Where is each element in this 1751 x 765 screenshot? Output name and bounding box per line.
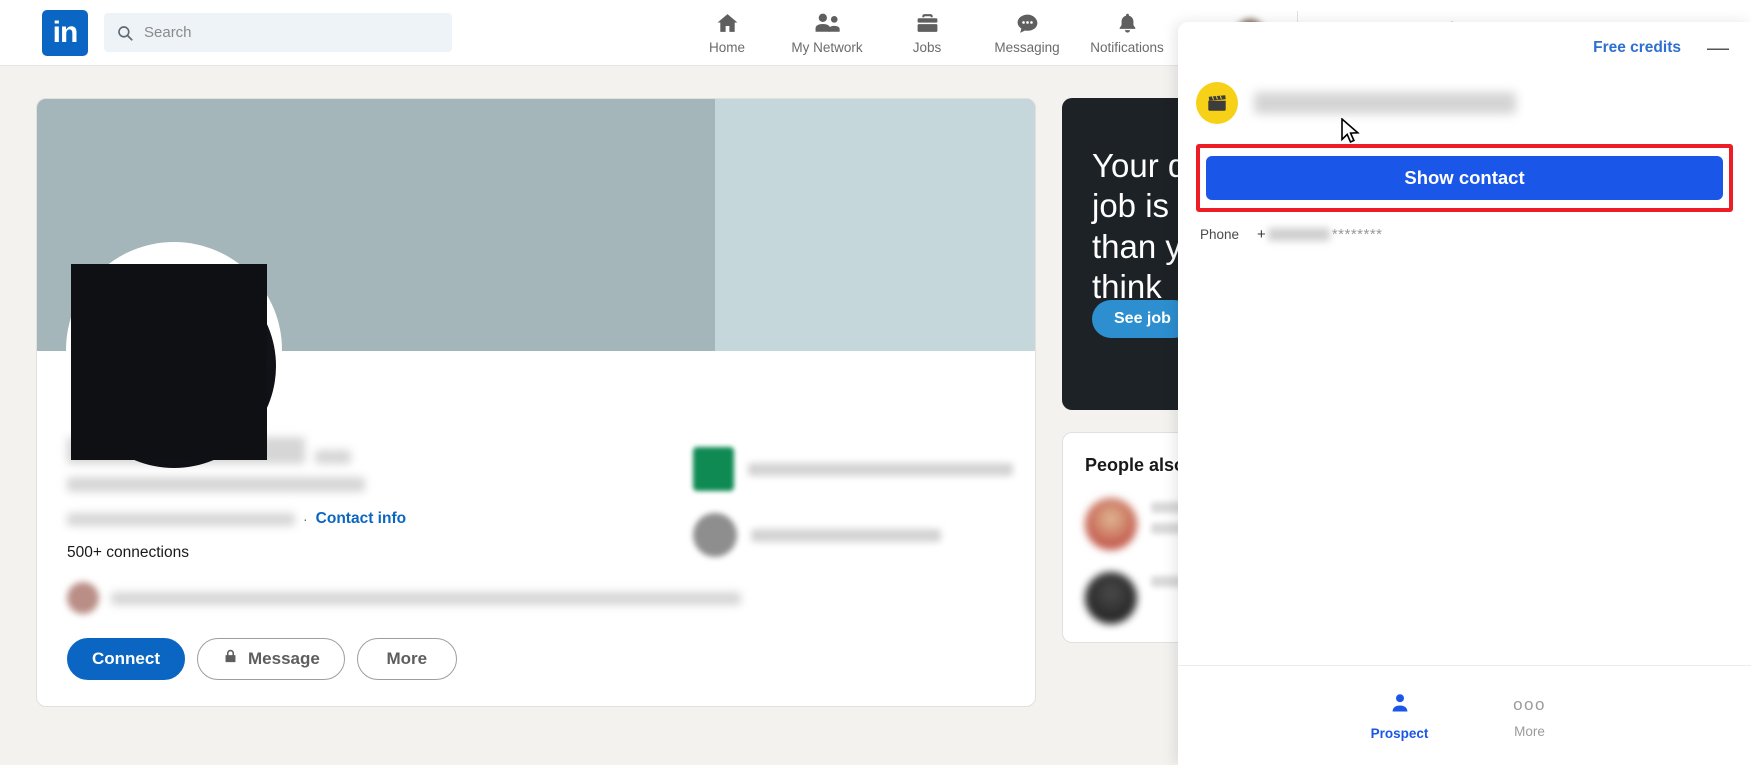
main-column: · Contact info 500+ connections Connect xyxy=(36,98,1036,707)
more-button[interactable]: More xyxy=(356,638,457,680)
profile-affiliations xyxy=(693,447,1013,579)
home-icon xyxy=(715,11,740,37)
phone-prefix: + xyxy=(1257,226,1266,243)
phone-field-label: Phone xyxy=(1200,227,1240,242)
profile-photo-redaction xyxy=(71,264,267,460)
nav-item-notifications[interactable]: Notifications xyxy=(1077,0,1177,66)
nav-label-my-network: My Network xyxy=(791,39,863,55)
profile-card: · Contact info 500+ connections Connect xyxy=(36,98,1036,707)
screen-root: in Home xyxy=(0,0,1751,765)
profile-location xyxy=(67,512,295,526)
show-contact-highlight-box: Show contact xyxy=(1196,144,1733,212)
minimize-button[interactable]: — xyxy=(1703,37,1733,59)
clapperboard-icon xyxy=(1196,82,1238,124)
phone-masked-digits: ******** xyxy=(1331,226,1383,243)
tab-more-label: More xyxy=(1514,724,1545,739)
nav-label-messaging: Messaging xyxy=(994,39,1060,55)
contact-info-link[interactable]: Contact info xyxy=(316,510,406,528)
nav-item-my-network[interactable]: My Network xyxy=(777,0,877,66)
tab-prospect-label: Prospect xyxy=(1370,725,1429,741)
tab-prospect[interactable]: Prospect xyxy=(1358,691,1442,741)
banner-right-pane xyxy=(715,99,1035,351)
current-company-row[interactable] xyxy=(693,447,1013,491)
nav-label-home: Home xyxy=(708,39,745,55)
education-row[interactable] xyxy=(693,513,1013,557)
free-credits-link[interactable]: Free credits xyxy=(1593,39,1681,57)
person-icon xyxy=(1388,691,1412,720)
mutual-connections-row[interactable] xyxy=(67,582,1007,614)
dots-icon: ooo xyxy=(1513,695,1546,714)
people-icon xyxy=(814,11,841,37)
connections-count-text: 500+ connections xyxy=(67,544,189,561)
search-icon xyxy=(116,24,134,42)
mutual-connections-text xyxy=(111,591,741,605)
bell-icon xyxy=(1115,11,1140,37)
overlay-person-row xyxy=(1178,74,1751,132)
message-bubble-icon xyxy=(1015,11,1040,37)
nav-items: Home My Network Jobs Messaging Notificat… xyxy=(677,0,1177,66)
lock-icon xyxy=(222,648,239,670)
message-button[interactable]: Message xyxy=(197,638,345,680)
phone-field-value[interactable]: + ******** xyxy=(1257,226,1382,243)
separator-dot: · xyxy=(303,511,308,527)
show-contact-button[interactable]: Show contact xyxy=(1206,156,1723,200)
search-input[interactable] xyxy=(144,24,440,41)
phone-redaction xyxy=(1267,228,1330,241)
mutual-avatar xyxy=(67,582,99,614)
nav-item-messaging[interactable]: Messaging xyxy=(977,0,1077,66)
linkedin-logo[interactable]: in xyxy=(42,9,88,56)
education-name xyxy=(751,528,941,542)
overlay-header: Free credits — xyxy=(1178,22,1751,74)
search-box[interactable] xyxy=(104,13,452,52)
nav-item-home[interactable]: Home xyxy=(677,0,777,66)
nav-item-jobs[interactable]: Jobs xyxy=(877,0,977,66)
avatar xyxy=(1085,498,1137,550)
message-button-label: Message xyxy=(248,649,320,668)
nav-label-notifications: Notifications xyxy=(1090,39,1164,55)
profile-headline xyxy=(67,477,365,492)
tab-more[interactable]: ooo More xyxy=(1488,692,1572,739)
profile-pronouns xyxy=(315,450,351,464)
phone-field-row: Phone + ******** xyxy=(1178,212,1751,243)
briefcase-icon xyxy=(915,11,940,37)
nav-label-jobs: Jobs xyxy=(912,39,942,55)
company-logo-icon xyxy=(693,447,734,491)
connect-button[interactable]: Connect xyxy=(67,638,185,680)
overlay-person-name xyxy=(1254,92,1516,114)
overlay-footer-tabs: Prospect ooo More xyxy=(1178,665,1751,765)
school-logo-icon xyxy=(693,513,737,557)
avatar xyxy=(1085,572,1137,624)
contact-extension-overlay: Free credits — Show contact Phone + ****… xyxy=(1178,22,1751,765)
profile-action-buttons: Connect Message More xyxy=(67,638,1007,680)
company-name xyxy=(747,462,1013,476)
